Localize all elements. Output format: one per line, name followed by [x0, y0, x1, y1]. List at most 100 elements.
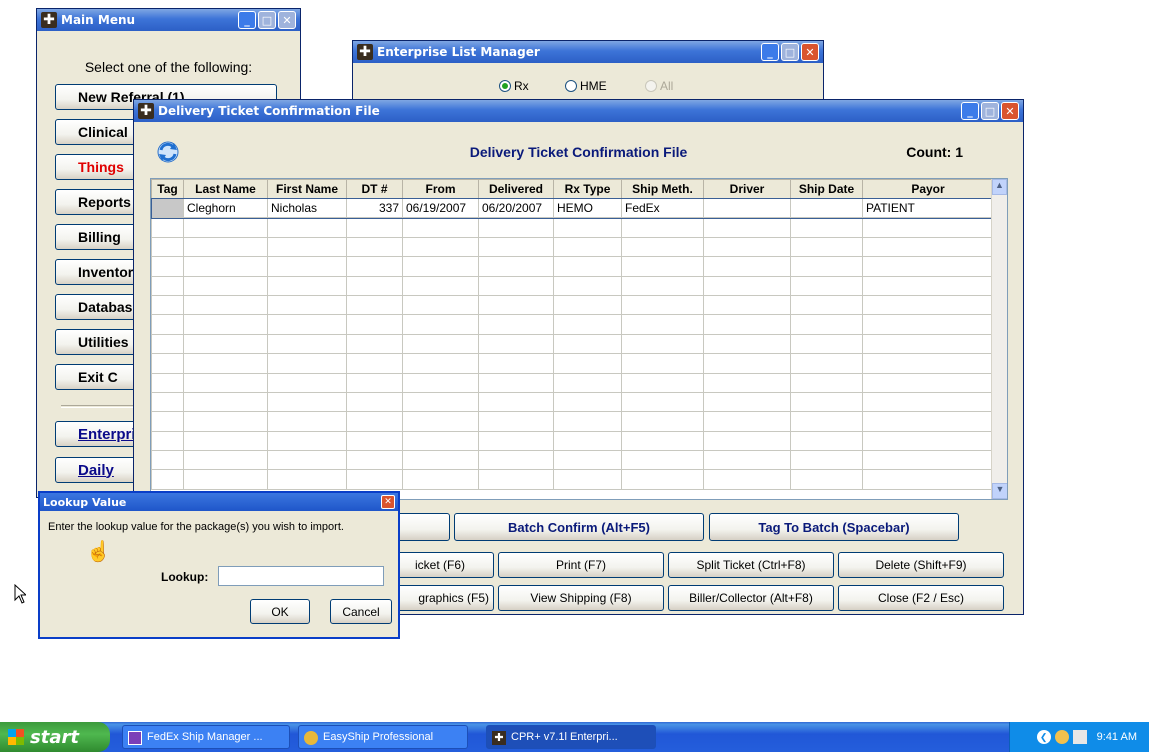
empty-cell[interactable] — [862, 236, 994, 258]
col-rx-type[interactable]: Rx Type — [553, 179, 622, 199]
cell-tag[interactable] — [151, 197, 184, 219]
empty-cell[interactable] — [183, 391, 268, 413]
task-easyship[interactable]: EasyShip Professional — [298, 725, 468, 749]
empty-cell[interactable] — [151, 217, 184, 238]
empty-cell[interactable] — [183, 372, 268, 393]
split-ticket-button[interactable]: Split Ticket (Ctrl+F8) — [668, 552, 834, 578]
maximize-button[interactable]: □ — [258, 11, 276, 29]
empty-cell[interactable] — [183, 256, 268, 277]
empty-cell[interactable] — [790, 450, 863, 471]
col-driver[interactable]: Driver — [703, 179, 791, 199]
empty-cell[interactable] — [790, 256, 863, 277]
radio-hme[interactable]: HME — [565, 79, 607, 93]
empty-cell[interactable] — [703, 275, 791, 296]
empty-cell[interactable] — [553, 314, 622, 335]
empty-cell[interactable] — [478, 256, 554, 277]
ticket-button[interactable]: icket (F6) — [396, 552, 494, 578]
empty-cell[interactable] — [862, 450, 994, 471]
partial-left-button[interactable] — [396, 513, 450, 541]
empty-cell[interactable] — [790, 430, 863, 452]
empty-cell[interactable] — [267, 411, 347, 432]
empty-cell[interactable] — [183, 236, 268, 258]
empty-cell[interactable] — [267, 294, 347, 316]
empty-cell[interactable] — [151, 469, 184, 490]
col-last-name[interactable]: Last Name — [183, 179, 268, 199]
table-row[interactable]: Cleghorn Nicholas 337 06/19/2007 06/20/2… — [151, 197, 995, 219]
empty-table-row[interactable] — [151, 372, 994, 393]
empty-cell[interactable] — [790, 372, 863, 393]
empty-cell[interactable] — [478, 372, 554, 393]
empty-cell[interactable] — [183, 275, 268, 296]
empty-cell[interactable] — [402, 469, 479, 490]
scroll-down-arrow-icon[interactable]: ▼ — [992, 483, 1007, 499]
col-dt-number[interactable]: DT # — [346, 179, 403, 199]
empty-cell[interactable] — [862, 391, 994, 413]
empty-cell[interactable] — [346, 353, 403, 374]
empty-cell[interactable] — [267, 430, 347, 452]
empty-cell[interactable] — [478, 294, 554, 316]
main-menu-titlebar[interactable]: ✚ Main Menu _ □ ✕ — [37, 9, 300, 31]
empty-cell[interactable] — [862, 372, 994, 393]
empty-cell[interactable] — [346, 294, 403, 316]
ok-button[interactable]: OK — [250, 599, 310, 624]
empty-cell[interactable] — [346, 450, 403, 471]
minimize-button[interactable]: _ — [238, 11, 256, 29]
empty-cell[interactable] — [621, 275, 704, 296]
empty-cell[interactable] — [790, 411, 863, 432]
empty-cell[interactable] — [151, 236, 184, 258]
empty-table-row[interactable] — [151, 294, 994, 316]
empty-cell[interactable] — [267, 275, 347, 296]
empty-cell[interactable] — [621, 294, 704, 316]
view-shipping-button[interactable]: View Shipping (F8) — [498, 585, 664, 611]
empty-table-row[interactable] — [151, 236, 994, 258]
empty-cell[interactable] — [183, 353, 268, 374]
empty-cell[interactable] — [553, 256, 622, 277]
empty-cell[interactable] — [183, 469, 268, 490]
empty-cell[interactable] — [621, 333, 704, 355]
empty-cell[interactable] — [553, 391, 622, 413]
empty-cell[interactable] — [478, 411, 554, 432]
empty-cell[interactable] — [621, 217, 704, 238]
empty-cell[interactable] — [703, 411, 791, 432]
empty-cell[interactable] — [553, 430, 622, 452]
cell-dt-number[interactable]: 337 — [346, 197, 403, 219]
empty-cell[interactable] — [478, 236, 554, 258]
task-cpr-enterprise[interactable]: ✚ CPR+ v7.1l Enterpri... — [486, 725, 656, 749]
empty-cell[interactable] — [183, 294, 268, 316]
empty-cell[interactable] — [346, 391, 403, 413]
empty-cell[interactable] — [478, 391, 554, 413]
empty-cell[interactable] — [478, 333, 554, 355]
empty-cell[interactable] — [862, 256, 994, 277]
col-tag[interactable]: Tag — [151, 179, 184, 199]
col-ship-date[interactable]: Ship Date — [790, 179, 863, 199]
empty-cell[interactable] — [703, 256, 791, 277]
empty-cell[interactable] — [790, 353, 863, 374]
col-from[interactable]: From — [402, 179, 479, 199]
empty-cell[interactable] — [183, 450, 268, 471]
empty-cell[interactable] — [703, 333, 791, 355]
empty-cell[interactable] — [862, 411, 994, 432]
empty-cell[interactable] — [402, 450, 479, 471]
empty-cell[interactable] — [183, 411, 268, 432]
empty-cell[interactable] — [553, 333, 622, 355]
empty-cell[interactable] — [790, 217, 863, 238]
empty-cell[interactable] — [478, 430, 554, 452]
lookup-close-button[interactable]: ✕ — [381, 495, 395, 509]
close-button[interactable]: ✕ — [1001, 102, 1019, 120]
empty-cell[interactable] — [478, 469, 554, 490]
empty-cell[interactable] — [478, 353, 554, 374]
empty-cell[interactable] — [862, 294, 994, 316]
empty-cell[interactable] — [621, 353, 704, 374]
empty-cell[interactable] — [346, 275, 403, 296]
cell-ship-method[interactable]: FedEx — [621, 197, 704, 219]
empty-cell[interactable] — [151, 411, 184, 432]
tag-to-batch-button[interactable]: Tag To Batch (Spacebar) — [709, 513, 959, 541]
empty-cell[interactable] — [703, 314, 791, 335]
close-button[interactable]: ✕ — [801, 43, 819, 61]
radio-all[interactable]: All — [645, 79, 673, 93]
minimize-button[interactable]: _ — [961, 102, 979, 120]
maximize-button[interactable]: □ — [981, 102, 999, 120]
print-button[interactable]: Print (F7) — [498, 552, 664, 578]
empty-cell[interactable] — [346, 469, 403, 490]
cell-payor[interactable]: PATIENT — [862, 197, 994, 219]
